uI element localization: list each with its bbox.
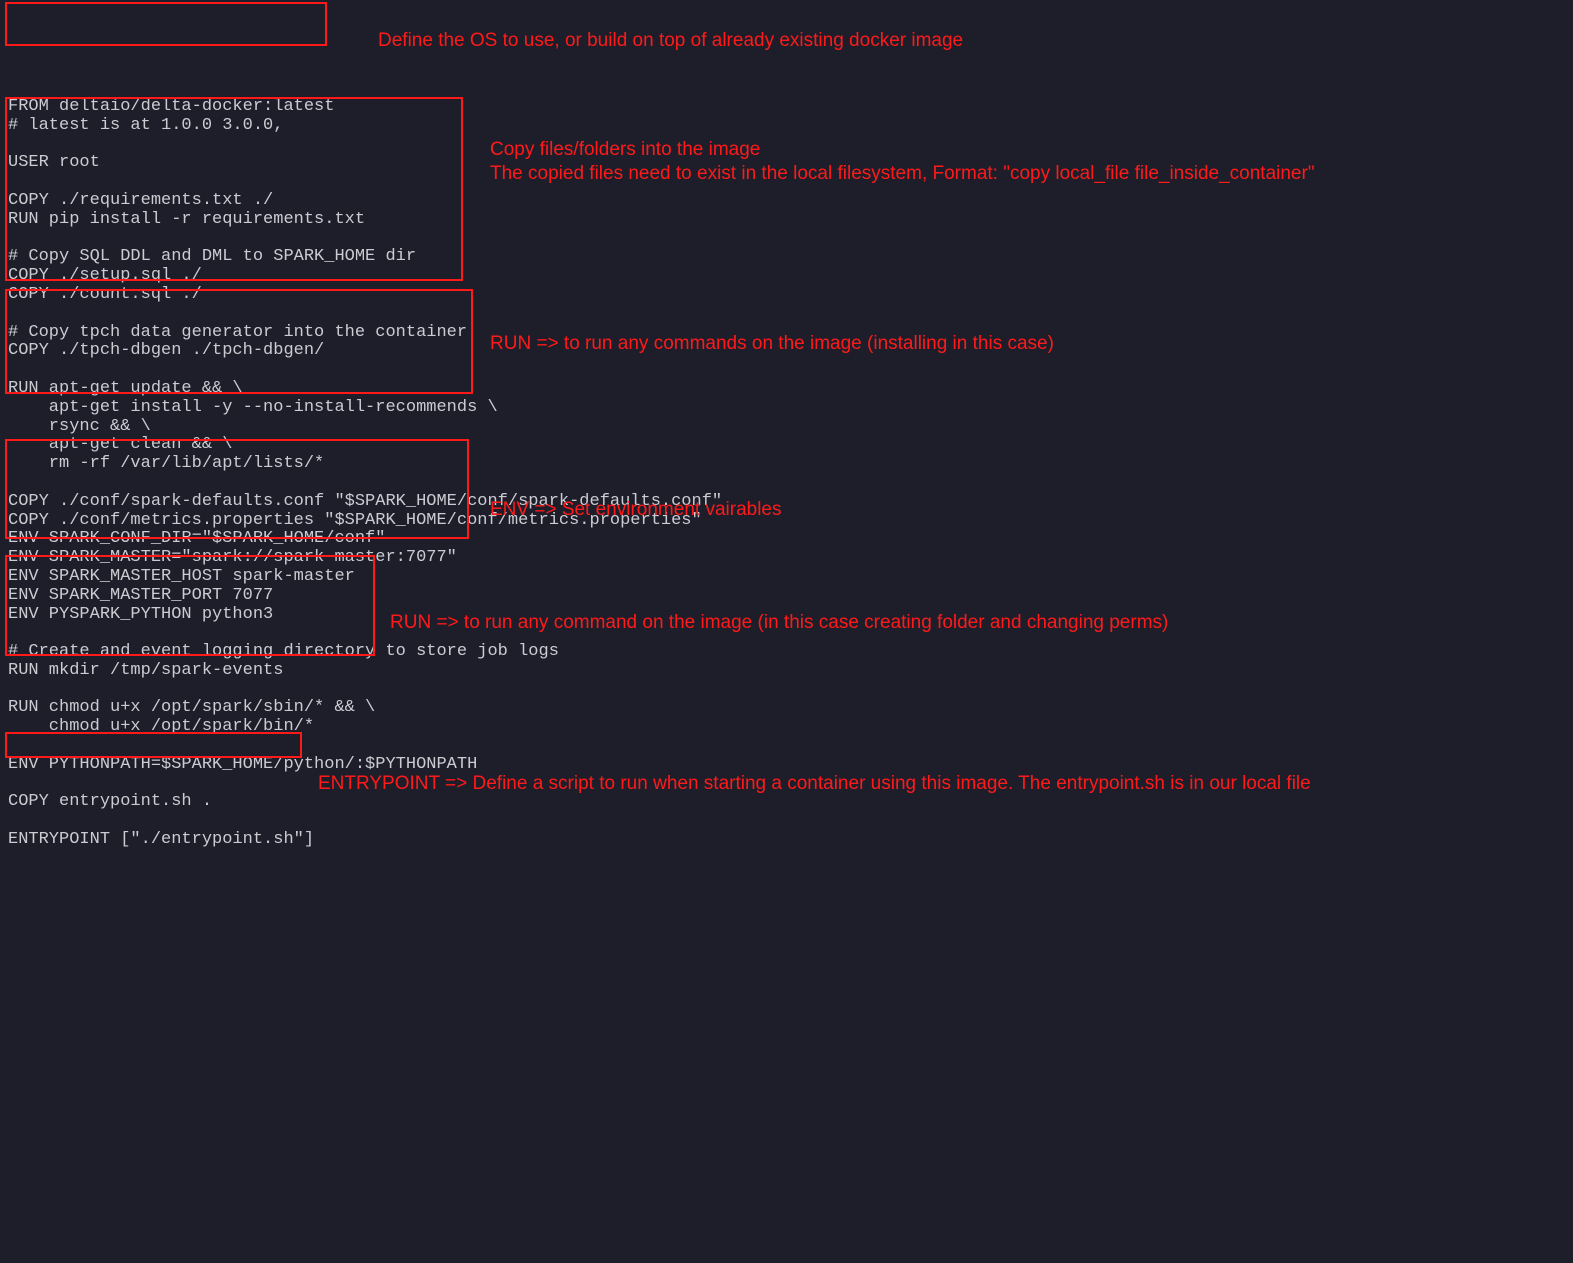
code-line: RUN apt-get update && \	[8, 379, 243, 398]
code-line: USER root	[8, 153, 100, 172]
highlight-from	[5, 2, 327, 46]
code-line: FROM deltaio/delta-docker:latest	[8, 97, 334, 116]
code-line: ENV SPARK_MASTER="spark://spark-master:7…	[8, 548, 457, 567]
code-line: # latest is at 1.0.0 3.0.0,	[8, 116, 283, 135]
annotation-copy-line1: Copy files/folders into the image	[490, 138, 760, 162]
annotation-copy-line2: The copied files need to exist in the lo…	[490, 162, 1315, 186]
code-line: # Copy SQL DDL and DML to SPARK_HOME dir	[8, 247, 416, 266]
code-line: ENV SPARK_CONF_DIR="$SPARK_HOME/conf"	[8, 529, 385, 548]
code-line: chmod u+x /opt/spark/bin/*	[8, 717, 314, 736]
code-line: apt-get clean && \	[8, 435, 232, 454]
code-line: COPY entrypoint.sh .	[8, 792, 212, 811]
annotation-entrypoint: ENTRYPOINT => Define a script to run whe…	[318, 772, 1311, 796]
code-line: COPY ./requirements.txt ./	[8, 191, 273, 210]
annotation-from: Define the OS to use, or build on top of…	[378, 29, 963, 53]
code-line: RUN chmod u+x /opt/spark/sbin/* && \	[8, 698, 375, 717]
code-line: ENV SPARK_MASTER_PORT 7077	[8, 586, 273, 605]
code-line: RUN mkdir /tmp/spark-events	[8, 661, 283, 680]
dockerfile-code: FROM deltaio/delta-docker:latest # lates…	[8, 79, 1573, 850]
annotation-run-perms: RUN => to run any command on the image (…	[390, 611, 1168, 635]
code-line: apt-get install -y --no-install-recommen…	[8, 398, 498, 417]
code-line: COPY ./tpch-dbgen ./tpch-dbgen/	[8, 341, 324, 360]
code-line: rm -rf /var/lib/apt/lists/*	[8, 454, 324, 473]
code-line: ENV PYSPARK_PYTHON python3	[8, 605, 273, 624]
code-line: ENV SPARK_MASTER_HOST spark-master	[8, 567, 355, 586]
code-line: # Create and event logging directory to …	[8, 642, 559, 661]
code-line: ENTRYPOINT ["./entrypoint.sh"]	[8, 830, 314, 849]
annotation-env: ENV => Set environment vairables	[490, 498, 782, 522]
code-line: RUN pip install -r requirements.txt	[8, 210, 365, 229]
code-line: # Copy tpch data generator into the cont…	[8, 323, 467, 342]
code-line: rsync && \	[8, 417, 151, 436]
code-line: COPY ./setup.sql ./	[8, 266, 202, 285]
annotation-run-install: RUN => to run any commands on the image …	[490, 332, 1054, 356]
code-line: COPY ./count.sql ./	[8, 285, 202, 304]
